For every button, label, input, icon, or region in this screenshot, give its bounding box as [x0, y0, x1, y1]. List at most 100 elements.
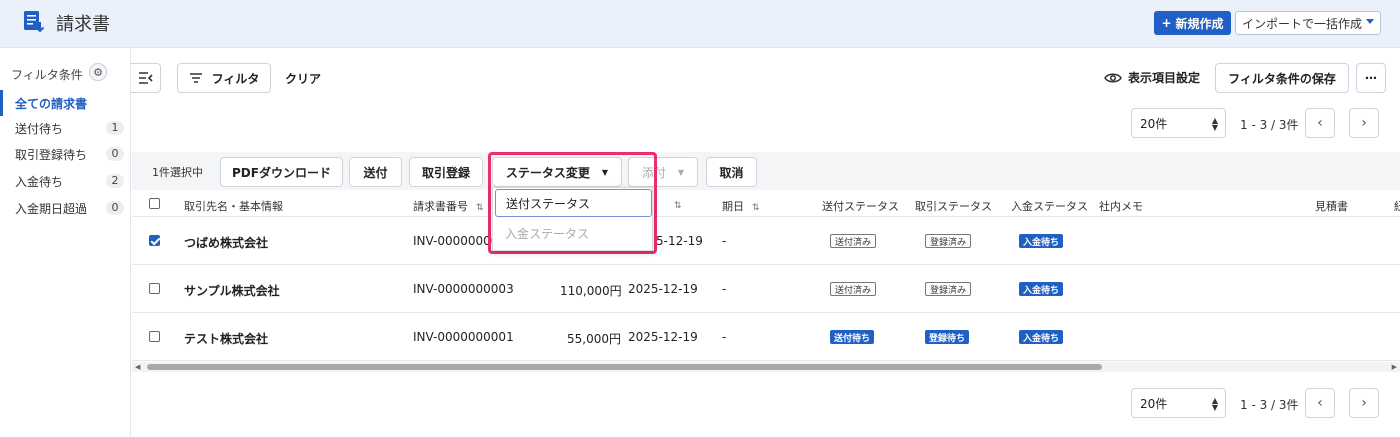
- col-partner[interactable]: 取引先名・基本情報: [184, 198, 283, 214]
- gear-icon[interactable]: ⚙: [89, 63, 107, 81]
- sidebar-title: フィルタ条件: [11, 68, 83, 82]
- invoice-date: 2025-12-19: [628, 282, 698, 296]
- invoice-amount: 110,000円: [560, 284, 622, 298]
- sort-icon: ⇅: [752, 203, 760, 213]
- display-settings-link[interactable]: 表示項目設定: [1104, 69, 1200, 86]
- invoice-date: 2025-12-19: [628, 330, 698, 344]
- new-invoice-button[interactable]: + 新規作成: [1154, 11, 1231, 35]
- caret-down-icon: ▼: [601, 167, 609, 177]
- app-header: 請求書 + 新規作成 インポートで一括作成: [0, 0, 1400, 48]
- col-deal-status[interactable]: 取引ステータス: [915, 198, 992, 214]
- clear-link[interactable]: クリア: [285, 70, 321, 87]
- invoice-number: INV-0000000003: [413, 282, 514, 296]
- chevron-right-icon: ›: [1361, 115, 1367, 131]
- selected-count: 1件選択中: [152, 166, 203, 179]
- page-title: 請求書: [56, 14, 110, 35]
- next-page-button-bottom[interactable]: ›: [1349, 388, 1379, 418]
- count-badge: 1: [106, 121, 124, 135]
- more-options-button[interactable]: ⋯: [1356, 63, 1386, 93]
- attach-button[interactable]: 添付 ▼: [628, 157, 698, 187]
- row-checkbox[interactable]: [149, 331, 160, 342]
- table-row[interactable]: [132, 217, 1400, 265]
- invoice-date: 5-12-19: [656, 234, 703, 248]
- due-date: -: [722, 330, 727, 344]
- import-bulk-button[interactable]: インポートで一括作成: [1235, 11, 1381, 35]
- caret-down-icon: [1366, 19, 1374, 24]
- filter-button[interactable]: フィルタ: [177, 63, 271, 93]
- eye-icon: [1104, 73, 1122, 82]
- status-change-menu: 送付ステータス 入金ステータス: [492, 187, 653, 251]
- payment-status-badge: 入金待ち: [1019, 234, 1064, 248]
- count-badge: 0: [106, 201, 124, 215]
- menu-item-send-status[interactable]: 送付ステータス: [495, 189, 652, 217]
- col-number[interactable]: 請求書番号 ⇅: [413, 198, 484, 214]
- sidebar-item-awaiting-register[interactable]: 取引登録待ち 0: [0, 141, 131, 167]
- scroll-right-icon[interactable]: ▶: [1392, 363, 1397, 371]
- table-header: [132, 190, 1400, 217]
- count-badge: 2: [106, 174, 124, 188]
- chevron-right-icon: ›: [1361, 395, 1367, 411]
- select-all-checkbox[interactable]: [149, 198, 160, 209]
- chevron-left-icon: ‹: [1317, 395, 1323, 411]
- collapse-sidebar-icon[interactable]: [131, 63, 161, 93]
- due-date: -: [722, 234, 727, 248]
- cancel-button[interactable]: 取消: [706, 157, 757, 187]
- col-quote[interactable]: 見積書: [1315, 198, 1348, 214]
- horizontal-scrollbar[interactable]: ◀ ▶: [132, 362, 1400, 372]
- pdf-download-button[interactable]: PDFダウンロード: [220, 157, 343, 187]
- row-checkbox[interactable]: [149, 283, 160, 294]
- plus-icon: +: [1161, 16, 1172, 30]
- updown-icon: ▲ ▼: [1211, 396, 1218, 412]
- partner-name[interactable]: サンプル株式会社: [184, 282, 280, 299]
- col-extra[interactable]: 紐: [1394, 198, 1400, 214]
- deal-status-badge: 登録済み: [925, 234, 972, 248]
- col-send-status[interactable]: 送付ステータス: [822, 198, 899, 214]
- sidebar-item-awaiting-payment[interactable]: 入金待ち 2: [0, 168, 131, 194]
- status-change-button[interactable]: ステータス変更 ▼: [492, 157, 622, 187]
- chevron-left-icon: ‹: [1317, 115, 1323, 131]
- pagination-range: 1 - 3 / 3件: [1240, 118, 1299, 132]
- col-due[interactable]: 期日 ⇅: [722, 198, 760, 214]
- sort-icon: ⇅: [476, 203, 484, 213]
- send-status-badge: 送付済み: [830, 234, 877, 248]
- pagination-range-bottom: 1 - 3 / 3件: [1240, 398, 1299, 412]
- send-button[interactable]: 送付: [349, 157, 402, 187]
- table-row[interactable]: [132, 265, 1400, 313]
- filter-sidebar: フィルタ条件 ⚙ 全ての請求書 送付待ち 1 取引登録待ち 0 入金待ち 2 入…: [0, 49, 131, 437]
- payment-status-badge: 入金待ち: [1019, 330, 1064, 344]
- prev-page-button[interactable]: ‹: [1305, 108, 1335, 138]
- menu-item-payment-status[interactable]: 入金ステータス: [495, 219, 652, 247]
- sort-icon: ⇅: [674, 201, 682, 211]
- scroll-left-icon[interactable]: ◀: [135, 363, 140, 371]
- invoice-icon: [24, 11, 45, 33]
- prev-page-button-bottom[interactable]: ‹: [1305, 388, 1335, 418]
- sidebar-item-awaiting-send[interactable]: 送付待ち 1: [0, 115, 131, 141]
- table-row[interactable]: [132, 313, 1400, 361]
- per-page-select-bottom[interactable]: 20件 ▲ ▼: [1131, 388, 1226, 418]
- col-memo[interactable]: 社内メモ: [1099, 198, 1143, 214]
- count-badge: 0: [106, 147, 124, 161]
- partner-name[interactable]: テスト株式会社: [184, 330, 268, 347]
- row-checkbox[interactable]: [149, 235, 160, 246]
- next-page-button[interactable]: ›: [1349, 108, 1379, 138]
- col-payment-status[interactable]: 入金ステータス: [1011, 198, 1088, 214]
- partner-name[interactable]: つばめ株式会社: [184, 234, 268, 251]
- per-page-select[interactable]: 20件 ▲ ▼: [1131, 108, 1226, 138]
- save-filter-button[interactable]: フィルタ条件の保存: [1215, 63, 1349, 93]
- invoice-number: INV-00000000: [413, 234, 499, 248]
- updown-icon: ▲ ▼: [1211, 116, 1218, 132]
- deal-status-badge: 登録待ち: [925, 330, 970, 344]
- deal-status-badge: 登録済み: [925, 282, 972, 296]
- sidebar-item-all[interactable]: 全ての請求書: [0, 90, 131, 116]
- filter-icon: [189, 73, 202, 83]
- scrollbar-thumb[interactable]: [147, 364, 1102, 370]
- payment-status-badge: 入金待ち: [1019, 282, 1064, 296]
- send-status-badge: 送付待ち: [830, 330, 875, 344]
- caret-down-icon: ▼: [677, 167, 685, 177]
- due-date: -: [722, 282, 727, 296]
- register-deal-button[interactable]: 取引登録: [409, 157, 483, 187]
- col-date-sort[interactable]: ⇅: [666, 198, 682, 211]
- invoice-amount: 55,000円: [567, 332, 621, 346]
- sidebar-item-overdue[interactable]: 入金期日超過 0: [0, 195, 131, 221]
- invoice-number: INV-0000000001: [413, 330, 514, 344]
